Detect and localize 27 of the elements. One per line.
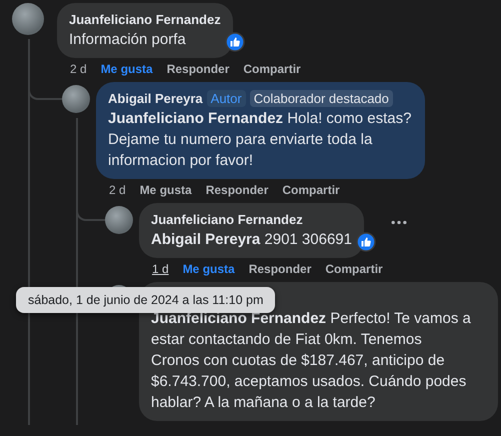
share-link[interactable]: Compartir — [243, 62, 301, 78]
avatar[interactable] — [12, 3, 44, 35]
avatar[interactable] — [105, 206, 133, 234]
comment-text: Información porfa — [69, 30, 187, 50]
timestamp-link[interactable]: 2 d — [70, 62, 87, 78]
comment-text: Abigail Pereyra 2901 306691 — [151, 230, 352, 250]
share-link[interactable]: Compartir — [282, 183, 340, 199]
like-reaction-icon[interactable] — [356, 232, 376, 252]
more-options-icon[interactable] — [390, 220, 408, 225]
comment-text: Juanfeliciano Fernandez Hola! como estas? Dejame tu numero para enviarte toda la informacion por favor! — [108, 109, 412, 171]
reply-link[interactable]: Responder — [206, 183, 268, 199]
share-link[interactable]: Compartir — [325, 262, 383, 278]
author-name[interactable]: Juanfeliciano Fernandez — [69, 12, 221, 26]
like-link[interactable]: Me gusta — [140, 183, 192, 199]
like-reaction-icon[interactable] — [224, 32, 245, 52]
author-name[interactable]: Abigail Pereyra — [108, 90, 203, 106]
timestamp-link[interactable]: 2 d — [109, 183, 126, 199]
date-tooltip: sábado, 1 de junio de 2024 a las 11:10 pm — [16, 287, 276, 313]
author-name[interactable]: Juanfeliciano Fernandez — [151, 212, 303, 226]
role-tag: Colaborador destacado — [250, 90, 393, 106]
timestamp-link[interactable]: 1 d — [152, 262, 169, 278]
reply-link[interactable]: Responder — [166, 62, 230, 78]
role-tag: Autor — [206, 90, 246, 106]
like-link[interactable]: Me gusta — [100, 62, 153, 78]
avatar[interactable] — [62, 85, 90, 113]
reply-link[interactable]: Responder — [248, 262, 312, 278]
like-link[interactable]: Me gusta — [182, 262, 235, 278]
